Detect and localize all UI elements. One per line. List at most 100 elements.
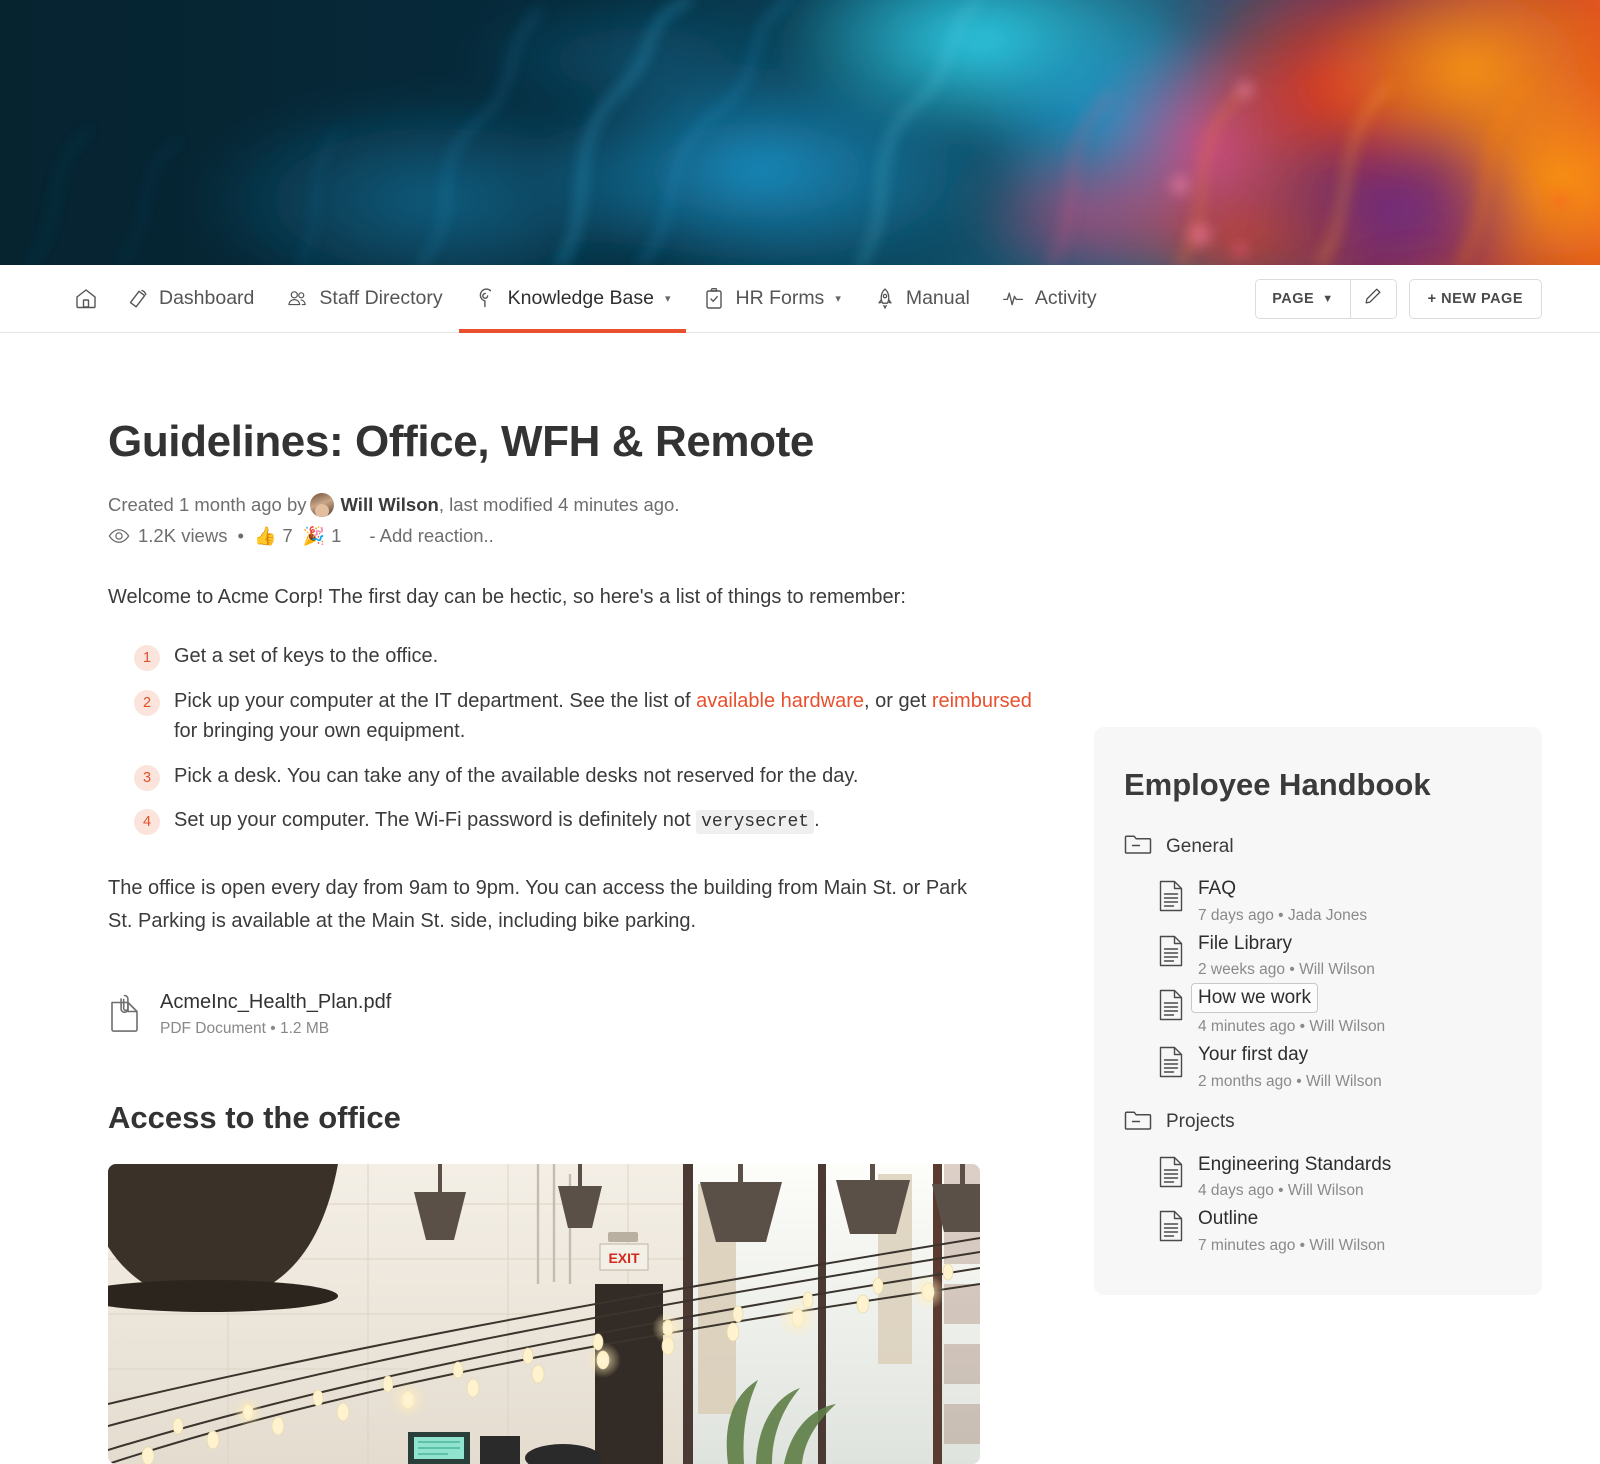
doc-title: File Library xyxy=(1198,932,1292,954)
wifi-password-code: verysecret xyxy=(696,809,815,834)
nav-hr-forms[interactable]: HR Forms ▾ xyxy=(686,265,856,333)
folder-label: General xyxy=(1166,835,1234,857)
document-icon xyxy=(1158,1156,1184,1193)
nav-label: Knowledge Base xyxy=(507,287,654,309)
reimbursed-link[interactable]: reimbursed xyxy=(932,690,1032,712)
office-photo-artwork: EXIT xyxy=(108,1164,980,1464)
steps-list: 1 Get a set of keys to the office. 2 Pic… xyxy=(108,641,1094,836)
pulse-icon xyxy=(1002,287,1026,311)
doc-meta: 7 days ago • Jada Jones xyxy=(1198,906,1368,924)
doc-title: Your first day xyxy=(1198,1043,1309,1065)
office-hours-paragraph: The office is open every day from 9am to… xyxy=(108,877,967,932)
attachment-info: AcmeInc_Health_Plan.pdf PDF Document • 1… xyxy=(160,989,391,1038)
section-heading: Access to the office xyxy=(108,1100,401,1136)
created-prefix: Created 1 month ago by xyxy=(108,494,307,515)
list-item: 2 Pick up your computer at the IT depart… xyxy=(134,686,1034,747)
author-name[interactable]: Will Wilson xyxy=(341,494,439,516)
step-number: 2 xyxy=(134,689,160,716)
page-button-label: PAGE xyxy=(1272,290,1315,307)
article-stats: 1.2K views • 👍 7 🎉 1 - Add reaction.. xyxy=(108,525,1094,547)
rocket-icon xyxy=(873,287,897,311)
nav-label: Staff Directory xyxy=(319,287,443,309)
modified-suffix: , last modified 4 minutes ago. xyxy=(438,494,680,515)
nav-dashboard[interactable]: Dashboard xyxy=(110,265,270,333)
sidebar-folder-projects[interactable]: Projects xyxy=(1124,1109,1514,1136)
attachment-filename: AcmeInc_Health_Plan.pdf xyxy=(160,991,392,1014)
list-item-selected[interactable]: How we work 4 minutes ago • Will Wilson xyxy=(1158,983,1514,1036)
step-number: 3 xyxy=(134,764,160,791)
people-icon xyxy=(286,287,310,311)
home-icon xyxy=(74,287,98,311)
folder-icon xyxy=(1124,1109,1152,1136)
new-page-button[interactable]: + NEW PAGE xyxy=(1408,278,1542,319)
nav-label: HR Forms xyxy=(735,287,825,309)
svg-text:EXIT: EXIT xyxy=(608,1250,640,1266)
megaphone-icon xyxy=(126,287,150,311)
doc-info: How we work 4 minutes ago • Will Wilson xyxy=(1191,983,1386,1036)
list-item[interactable]: Engineering Standards 4 days ago • Will … xyxy=(1158,1152,1514,1201)
employee-handbook-panel: Employee Handbook General FAQ 7 days ago… xyxy=(1094,727,1542,1295)
folder-icon xyxy=(1124,833,1152,860)
nav-activity[interactable]: Activity xyxy=(986,265,1113,333)
doc-meta: 4 minutes ago • Will Wilson xyxy=(1198,1017,1386,1035)
chevron-down-icon[interactable]: ▾ xyxy=(665,292,671,305)
caret-down-icon: ▼ xyxy=(1322,292,1334,305)
office-photo: EXIT xyxy=(108,1164,980,1464)
doc-meta: 2 months ago • Will Wilson xyxy=(1198,1072,1382,1090)
nav-label: Dashboard xyxy=(159,287,255,309)
add-reaction-button[interactable]: - Add reaction.. xyxy=(369,525,493,547)
doc-title: Outline xyxy=(1198,1208,1259,1230)
step-text: Pick a desk. You can take any of the ava… xyxy=(174,764,859,787)
article-content: Guidelines: Office, WFH & Remote Created… xyxy=(0,333,1094,1464)
list-item[interactable]: Outline 7 minutes ago • Will Wilson xyxy=(1158,1206,1514,1255)
banner-artwork xyxy=(0,0,1600,265)
stats-separator: • xyxy=(237,525,244,546)
document-icon xyxy=(1158,935,1184,972)
step-text: Set up your computer. The Wi-Fi password… xyxy=(174,808,820,834)
pencil-icon xyxy=(1363,286,1383,311)
main-navbar: Dashboard Staff Directory Knowledge Base… xyxy=(0,265,1600,333)
nav-label: Manual xyxy=(905,287,970,309)
doc-info: FAQ 7 days ago • Jada Jones xyxy=(1198,876,1367,925)
page-dropdown-button[interactable]: PAGE ▼ xyxy=(1256,279,1350,318)
clipboard-check-icon xyxy=(702,287,726,311)
list-item[interactable]: File Library 2 weeks ago • Will Wilson xyxy=(1158,931,1514,980)
thumbs-up-icon[interactable]: 👍 xyxy=(254,526,276,547)
list-item[interactable]: FAQ 7 days ago • Jada Jones xyxy=(1158,876,1514,925)
doc-info: File Library 2 weeks ago • Will Wilson xyxy=(1198,931,1375,980)
intro-paragraph: Welcome to Acme Corp! The first day can … xyxy=(108,586,906,608)
nav-knowledge-base[interactable]: Knowledge Base ▾ xyxy=(458,265,687,333)
nav-actions: PAGE ▼ + NEW PAGE xyxy=(1255,278,1542,319)
nav-staff-directory[interactable]: Staff Directory xyxy=(270,265,458,333)
attachment-meta: PDF Document • 1.2 MB xyxy=(160,1020,330,1038)
page-title: Guidelines: Office, WFH & Remote xyxy=(108,417,814,466)
list-item: 1 Get a set of keys to the office. xyxy=(134,641,1034,672)
folder-label: Projects xyxy=(1166,1111,1235,1133)
eye-icon xyxy=(108,527,130,545)
list-item: 3 Pick a desk. You can take any of the a… xyxy=(134,761,1034,791)
edit-page-button[interactable] xyxy=(1349,279,1396,318)
step-number: 4 xyxy=(134,808,160,835)
view-count: 1.2K views xyxy=(138,525,228,546)
doc-title: Engineering Standards xyxy=(1198,1153,1392,1175)
chevron-down-icon[interactable]: ▾ xyxy=(835,292,841,305)
brain-icon xyxy=(475,287,499,311)
doc-info: Outline 7 minutes ago • Will Wilson xyxy=(1198,1206,1385,1255)
doc-title: How we work xyxy=(1191,983,1318,1013)
list-item: 4 Set up your computer. The Wi-Fi passwo… xyxy=(134,805,1034,836)
sidebar-title: Employee Handbook xyxy=(1124,767,1431,802)
step-text: Pick up your computer at the IT departme… xyxy=(174,689,1032,743)
nav-manual[interactable]: Manual xyxy=(857,265,986,333)
nav-label: Activity xyxy=(1034,287,1097,309)
sidebar-folder-general[interactable]: General xyxy=(1124,833,1514,860)
party-popper-icon[interactable]: 🎉 xyxy=(303,526,325,547)
attachment-item[interactable]: AcmeInc_Health_Plan.pdf PDF Document • 1… xyxy=(108,989,1094,1038)
step-text: Get a set of keys to the office. xyxy=(174,645,439,668)
document-icon xyxy=(1158,989,1184,1026)
nav-home[interactable] xyxy=(62,265,110,333)
document-icon xyxy=(1158,1210,1184,1247)
available-hardware-link[interactable]: available hardware xyxy=(696,690,864,712)
doc-meta: 4 days ago • Will Wilson xyxy=(1198,1182,1364,1200)
list-item[interactable]: Your first day 2 months ago • Will Wilso… xyxy=(1158,1042,1514,1091)
